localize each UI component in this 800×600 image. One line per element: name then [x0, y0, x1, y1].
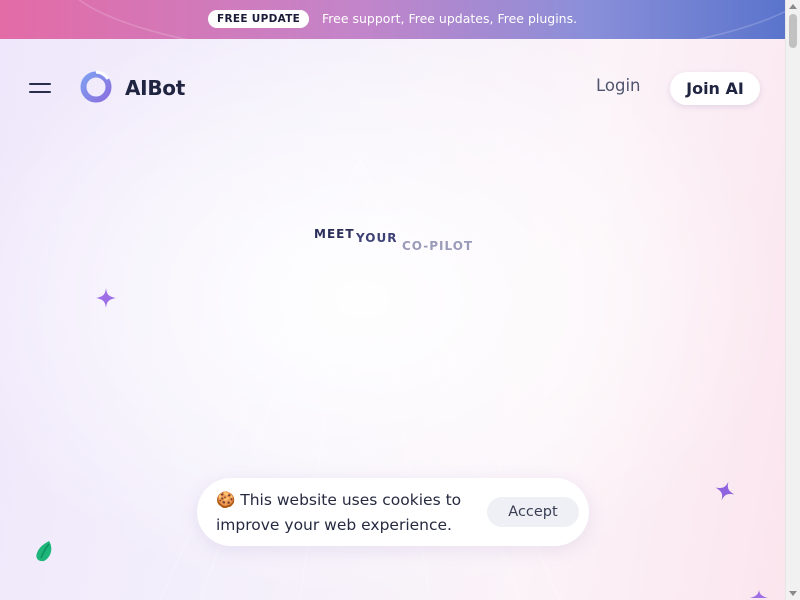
banner-text: Free support, Free updates, Free plugins… — [322, 11, 578, 26]
logo-text[interactable]: AIBot — [125, 76, 185, 100]
free-update-badge[interactable]: FREE UPDATE — [208, 10, 310, 28]
login-link[interactable]: Login — [596, 76, 641, 95]
vertical-scrollbar[interactable] — [785, 0, 800, 600]
ring-logo-icon[interactable] — [79, 70, 113, 104]
sparkle-icon — [750, 590, 768, 598]
cookie-icon: 🍪 — [216, 491, 236, 509]
sparkle-icon — [715, 481, 735, 501]
eyebrow-word-meet: MEET — [314, 227, 355, 241]
sparkle-icon — [96, 288, 116, 308]
eyebrow-word-copilot: CO-PILOT — [402, 239, 474, 253]
leaf-icon[interactable] — [33, 539, 55, 563]
cookie-message-text: This website uses cookies to improve you… — [216, 491, 462, 534]
cookie-consent-banner: 🍪 This website uses cookies to improve y… — [197, 478, 589, 546]
join-ai-button[interactable]: Join AI — [670, 72, 760, 105]
scrollbar-thumb[interactable] — [789, 14, 797, 48]
accept-cookies-button[interactable]: Accept — [487, 497, 579, 527]
eyebrow-word-your: YOUR — [356, 231, 398, 245]
cookie-message: 🍪 This website uses cookies to improve y… — [216, 488, 476, 538]
scroll-down-arrow-icon[interactable] — [789, 591, 797, 596]
top-banner: FREE UPDATE Free support, Free updates, … — [0, 0, 785, 39]
scroll-up-arrow-icon[interactable] — [789, 4, 797, 9]
hamburger-menu-icon[interactable] — [29, 82, 51, 94]
